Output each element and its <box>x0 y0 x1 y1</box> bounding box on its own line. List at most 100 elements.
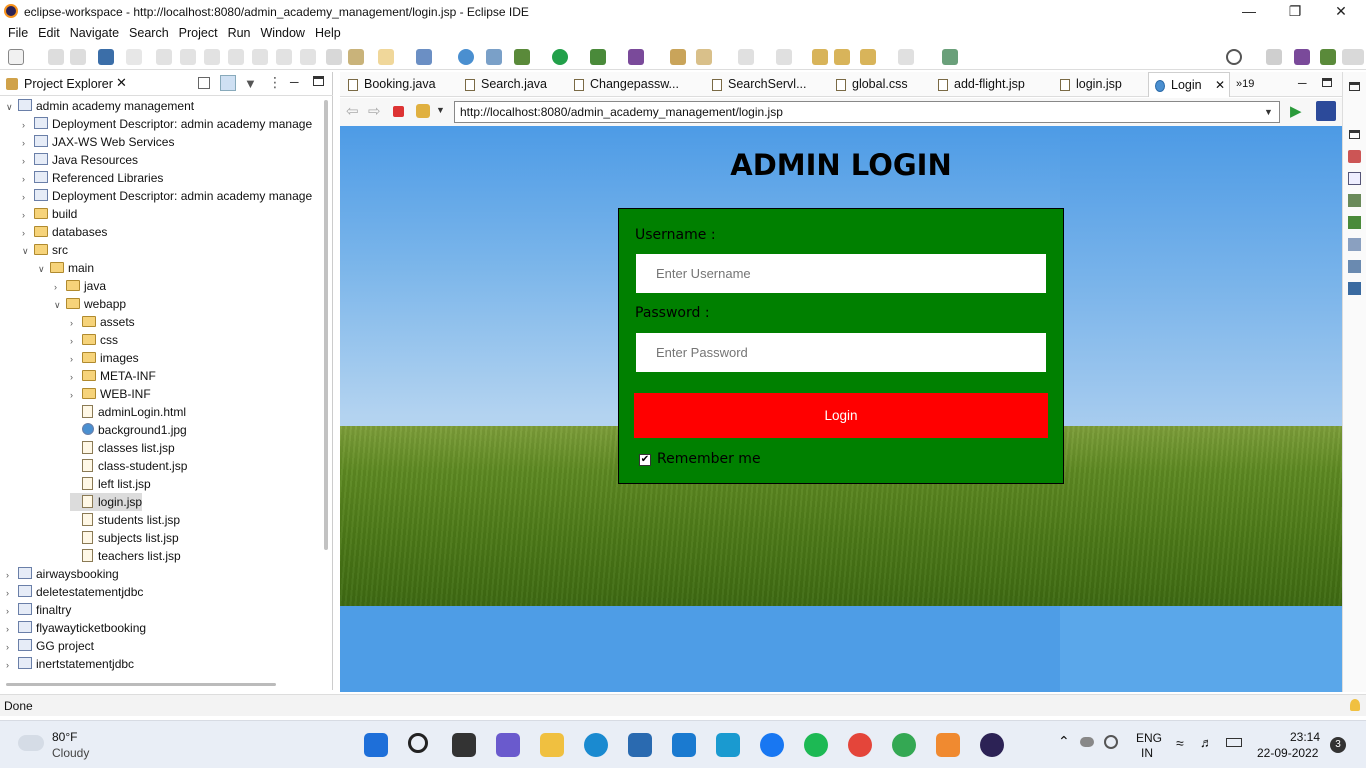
step-into-icon[interactable] <box>252 49 268 65</box>
skip-breakpoints-icon[interactable] <box>126 49 142 65</box>
new-icon[interactable] <box>8 49 24 65</box>
open-type-icon[interactable] <box>670 49 686 65</box>
chrome-icon[interactable] <box>848 733 872 757</box>
chevron-right-icon[interactable]: › <box>70 314 82 332</box>
new-java-icon[interactable] <box>416 49 432 65</box>
build-icon[interactable] <box>348 49 364 65</box>
menu-run[interactable]: Run <box>223 24 256 42</box>
tree-item[interactable]: › GG project <box>6 637 94 655</box>
store-icon[interactable] <box>628 733 652 757</box>
chevron-down-icon[interactable]: ∨ <box>38 260 50 278</box>
next-annotation-icon[interactable] <box>738 49 754 65</box>
step-over-icon[interactable] <box>276 49 292 65</box>
language-bottom[interactable]: IN <box>1141 746 1153 760</box>
restore-view-icon[interactable] <box>1349 82 1360 91</box>
debug-perspective-icon[interactable] <box>1320 49 1336 65</box>
run-on-server-icon[interactable] <box>486 49 502 65</box>
windows-start-icon[interactable] <box>364 733 388 757</box>
maximize-view-icon[interactable] <box>313 76 324 86</box>
refresh-icon[interactable] <box>416 104 430 118</box>
maximize-editor-icon[interactable] <box>1322 78 1332 87</box>
login-button[interactable]: Login <box>634 393 1048 438</box>
chevron-right-icon[interactable]: › <box>6 656 18 674</box>
collapse-all-icon[interactable] <box>198 77 210 89</box>
menu-edit[interactable]: Edit <box>33 24 65 42</box>
tree-item[interactable]: › airwaysbooking <box>6 565 119 583</box>
resume-icon[interactable] <box>156 49 172 65</box>
tree-item[interactable]: › java <box>54 277 106 295</box>
password-input[interactable] <box>636 333 1046 372</box>
forward-icon[interactable] <box>898 49 914 65</box>
minimize-view-icon[interactable]: ─ <box>290 75 299 89</box>
volume-icon[interactable]: ♬ <box>1200 735 1213 750</box>
tree-item[interactable]: › Java Resources <box>22 151 138 169</box>
tree-item[interactable]: students list.jsp <box>70 511 180 529</box>
tree-item[interactable]: left list.jsp <box>70 475 151 493</box>
coverage-icon[interactable] <box>590 49 606 65</box>
eclipse-taskbar-icon[interactable] <box>980 733 1004 757</box>
chevron-right-icon[interactable]: › <box>6 620 18 638</box>
close-view-icon[interactable]: ✕ <box>116 75 127 91</box>
more-tabs-button[interactable]: »19 <box>1232 72 1254 97</box>
vertical-scrollbar[interactable] <box>324 100 328 550</box>
spotify-icon[interactable] <box>804 733 828 757</box>
tree-item[interactable]: background1.jpg <box>70 421 187 439</box>
forward-edit-icon[interactable] <box>834 49 850 65</box>
prev-annotation-icon[interactable] <box>776 49 792 65</box>
tree-item[interactable]: › WEB-INF <box>70 385 151 403</box>
terminate-icon[interactable] <box>204 49 220 65</box>
remember-me[interactable]: ✔ Remember me <box>639 451 761 467</box>
go-icon[interactable]: ▶ <box>1290 102 1302 120</box>
tree-item[interactable]: classes list.jsp <box>70 439 175 457</box>
java-ee-perspective-icon[interactable] <box>1294 49 1310 65</box>
menu-help[interactable]: Help <box>310 24 346 42</box>
snippets-icon[interactable] <box>1348 260 1361 273</box>
minimize-button[interactable]: — <box>1226 0 1272 24</box>
notification-badge[interactable]: 3 <box>1330 737 1346 753</box>
new-server-icon[interactable] <box>378 49 394 65</box>
chat-icon[interactable] <box>496 733 520 757</box>
console-icon[interactable] <box>1348 282 1361 295</box>
weather-cloud-icon[interactable] <box>18 735 44 751</box>
facebook-icon[interactable] <box>760 733 784 757</box>
language-top[interactable]: ENG <box>1136 731 1162 745</box>
save-icon[interactable] <box>48 49 64 65</box>
tree-item[interactable]: ∨ main <box>38 259 94 277</box>
menu-project[interactable]: Project <box>174 24 223 42</box>
chevron-right-icon[interactable]: › <box>70 368 82 386</box>
minimize-editor-icon[interactable]: ─ <box>1298 76 1307 90</box>
tree-item[interactable]: › JAX-WS Web Services <box>22 133 174 151</box>
task-view-icon[interactable] <box>452 733 476 757</box>
chevron-right-icon[interactable]: › <box>22 152 34 170</box>
tree-item[interactable]: › databases <box>22 223 107 241</box>
java-perspective-icon[interactable] <box>1342 49 1364 65</box>
tray-overflow-icon[interactable]: ⌃ <box>1058 733 1070 750</box>
search-tool-icon[interactable] <box>696 49 712 65</box>
weather-condition[interactable]: Cloudy <box>52 746 89 760</box>
chevron-right-icon[interactable]: › <box>22 170 34 188</box>
tab-login-browser[interactable]: Login ✕ <box>1148 72 1230 97</box>
tree-item[interactable]: › css <box>70 331 118 349</box>
debug-icon[interactable] <box>514 49 530 65</box>
tree-item[interactable]: › Deployment Descriptor: admin academy ma… <box>22 187 312 205</box>
tree-item[interactable]: › inertstatementjdbc <box>6 655 134 673</box>
tab-changepassword[interactable]: Changepassw... <box>568 72 679 97</box>
chevron-right-icon[interactable]: › <box>22 134 34 152</box>
tree-item[interactable]: subjects list.jsp <box>70 529 179 547</box>
zoom-app-icon[interactable] <box>716 733 740 757</box>
chevron-down-icon[interactable]: ∨ <box>54 296 66 314</box>
restore-button[interactable]: ❐ <box>1272 0 1318 24</box>
tree-item[interactable]: › Referenced Libraries <box>22 169 163 187</box>
run-icon[interactable] <box>552 49 568 65</box>
edge-icon[interactable] <box>584 733 608 757</box>
chevron-right-icon[interactable]: › <box>22 188 34 206</box>
l-app-icon[interactable] <box>672 733 696 757</box>
restore-stack-icon[interactable] <box>1349 130 1360 139</box>
chevron-right-icon[interactable]: › <box>54 278 66 296</box>
tab-search-java[interactable]: Search.java <box>459 72 547 97</box>
chevron-right-icon[interactable]: › <box>70 386 82 404</box>
tree-item[interactable]: › META-INF <box>70 367 156 385</box>
chevron-right-icon[interactable]: › <box>6 638 18 656</box>
tree-item[interactable]: › finaltry <box>6 601 71 619</box>
stop-icon[interactable] <box>393 106 404 117</box>
